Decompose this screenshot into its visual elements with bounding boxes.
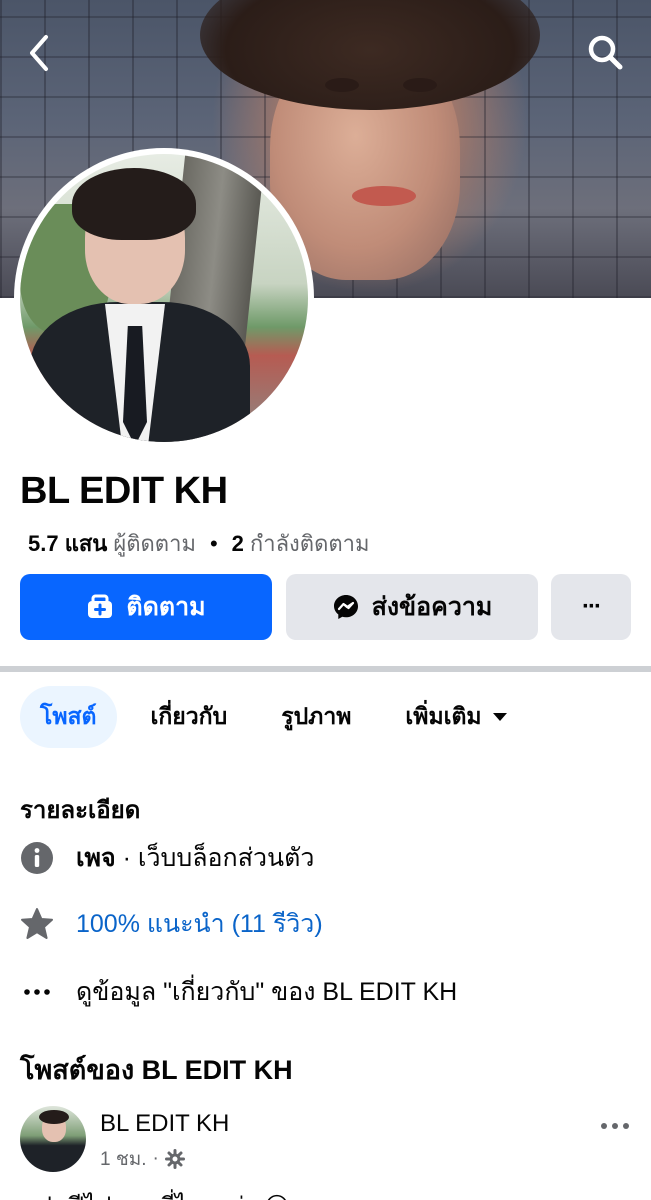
tab-more[interactable]: เพิ่มเติม <box>385 686 527 748</box>
page-type-label: เพจ <box>76 844 116 872</box>
profile-tabs: โพสต์ เกี่ยวกับ รูปภาพ เพิ่มเติม <box>20 686 651 748</box>
followers-label: ผู้ติดตาม <box>113 531 196 556</box>
cover-eye <box>325 78 359 92</box>
info-icon <box>21 842 53 874</box>
detail-about-link[interactable]: ดูข้อมูล "เกี่ยวกับ" ของ BL EDIT KH <box>20 972 631 1012</box>
page-type-text: เพจ · เว็บบล็อกส่วนตัว <box>76 838 314 878</box>
follow-icon <box>88 594 113 618</box>
post-author-name[interactable]: BL EDIT KH <box>100 1110 229 1138</box>
post-body-text: แฟนปีไปทาง ที่ไกลกว่า 😢 <box>20 1186 289 1200</box>
tab-photos[interactable]: รูปภาพ <box>261 686 371 748</box>
recommend-link[interactable]: 100% แนะนำ (11 รีวิว) <box>76 904 323 944</box>
avatar <box>20 154 308 442</box>
page-title: BL EDIT KH <box>20 470 228 512</box>
followers-count: 5.7 แสน <box>28 531 108 556</box>
avatar-hair <box>72 168 196 240</box>
post-author-avatar[interactable] <box>20 1106 86 1172</box>
chevron-left-icon <box>30 35 48 71</box>
page-category: · เว็บบล็อกส่วนตัว <box>115 844 315 872</box>
follow-label: ติดตาม <box>126 593 206 621</box>
detail-page-type: เพจ · เว็บบล็อกส่วนตัว <box>20 838 631 878</box>
message-button[interactable]: ส่งข้อความ <box>286 574 538 640</box>
follow-button[interactable]: ติดตาม <box>20 574 272 640</box>
caret-down-icon <box>492 713 507 721</box>
tab-posts[interactable]: โพสต์ <box>20 686 117 748</box>
section-divider <box>0 666 651 672</box>
tab-about[interactable]: เกี่ยวกับ <box>131 686 248 748</box>
post-header: BL EDIT KH 1 ชม. · <box>20 1104 651 1174</box>
detail-recommend[interactable]: 100% แนะนำ (11 รีวิว) <box>20 904 631 944</box>
cover-lips <box>352 186 416 206</box>
more-horizontal-icon <box>24 989 50 995</box>
tab-label: โพสต์ <box>40 703 97 729</box>
post-avatar-hair <box>39 1110 69 1124</box>
posts-heading: โพสต์ของ BL EDIT KH <box>20 1055 293 1085</box>
profile-picture[interactable] <box>14 148 314 448</box>
post-more-button[interactable] <box>597 1114 633 1138</box>
back-button[interactable] <box>16 30 62 76</box>
more-dots-icon: ··· <box>582 593 602 620</box>
follow-stats[interactable]: 5.7 แสน ผู้ติดตาม • 2 กำลังติดตาม <box>28 526 370 561</box>
meta-separator: · <box>152 1148 159 1169</box>
cover-eye <box>403 78 437 92</box>
tab-label: เพิ่มเติม <box>405 703 482 729</box>
star-icon <box>21 908 53 939</box>
details-heading: รายละเอียด <box>20 797 141 824</box>
about-link-text[interactable]: ดูข้อมูล "เกี่ยวกับ" ของ BL EDIT KH <box>76 972 457 1012</box>
following-count: 2 <box>231 530 244 556</box>
post-meta: 1 ชม. · <box>100 1144 185 1174</box>
messenger-icon <box>333 595 358 619</box>
action-buttons: ติดตาม ส่งข้อความ ··· <box>20 574 631 640</box>
search-icon <box>588 35 623 70</box>
tab-label: เกี่ยวกับ <box>150 703 228 729</box>
search-button[interactable] <box>583 30 629 76</box>
tab-label: รูปภาพ <box>281 703 352 729</box>
globe-settings-icon <box>164 1149 185 1169</box>
stats-separator: • <box>209 530 218 556</box>
following-label: กำลังติดตาม <box>249 531 370 556</box>
message-label: ส่งข้อความ <box>371 593 493 621</box>
post-time[interactable]: 1 ชม. <box>100 1144 147 1174</box>
more-horizontal-icon <box>601 1123 629 1129</box>
more-options-button[interactable]: ··· <box>551 574 631 640</box>
